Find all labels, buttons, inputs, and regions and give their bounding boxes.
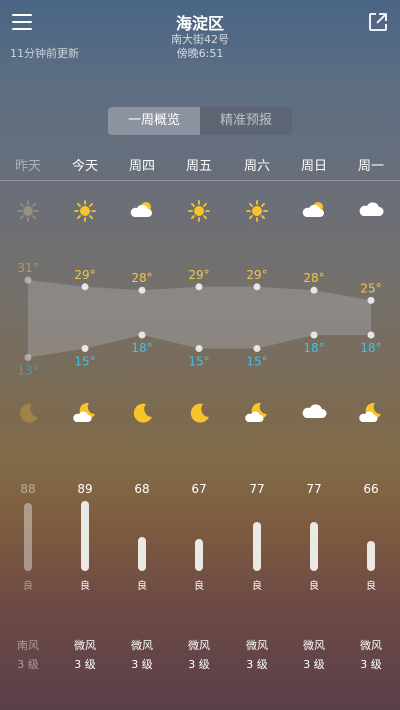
high-temp-label: 28° [303, 271, 324, 285]
low-temp-point [24, 354, 32, 361]
wind-level: 3 级 [303, 658, 325, 671]
aqi-bar [367, 540, 375, 571]
share-icon[interactable] [368, 12, 388, 32]
aqi-level: 良 [252, 581, 262, 592]
low-temp-point [367, 331, 375, 339]
high-temp-point [81, 283, 89, 291]
wind-direction: 微风 [188, 639, 210, 652]
day-label: 周日 [300, 159, 327, 174]
wind-info: 微风 3 级 [57, 636, 113, 674]
day-label: 今天 [71, 159, 98, 174]
wind-info: 微风 3 级 [286, 636, 342, 674]
low-temp-label: 18° [360, 341, 381, 355]
sun-icon [0, 198, 56, 222]
high-temp-point [195, 283, 203, 291]
high-temp-point [310, 286, 318, 294]
aqi-value: 77 [249, 482, 265, 496]
moon-cloud-icon [57, 400, 113, 424]
aqi-value: 67 [191, 482, 207, 496]
wind-direction: 微风 [246, 639, 268, 652]
tab-precise[interactable]: 精准预报 [200, 107, 292, 135]
high-temp-label: 28° [131, 271, 152, 285]
moon-icon [114, 400, 170, 424]
low-temp-point [138, 331, 146, 339]
high-temp-point [253, 283, 261, 291]
moon-cloud-icon [229, 400, 285, 424]
low-temp-label: 18° [131, 341, 152, 355]
update-status: 11分钟前更新 [10, 47, 79, 60]
high-temp-point [367, 296, 375, 304]
wind-level: 3 级 [17, 658, 39, 671]
wind-level: 3 级 [74, 658, 96, 671]
high-temp-point [24, 276, 32, 284]
high-temp-point [138, 286, 146, 294]
cloud-sun-icon [286, 198, 342, 222]
aqi-bar [81, 501, 89, 571]
low-temp-label: 15° [74, 355, 95, 369]
aqi-bar [24, 502, 32, 571]
aqi-bar [310, 521, 318, 571]
view-tabs: 一周概览 精准预报 [108, 107, 292, 135]
moon-cloud-icon [343, 400, 399, 424]
wind-direction: 微风 [74, 639, 96, 652]
aqi-bar [138, 537, 146, 571]
wind-info: 微风 3 级 [229, 636, 285, 674]
wind-info: 微风 3 级 [114, 636, 170, 674]
wind-level: 3 级 [360, 658, 382, 671]
aqi-level: 良 [80, 581, 90, 592]
wind-direction: 微风 [131, 639, 153, 652]
high-temp-label: 29° [188, 268, 209, 282]
low-temp-label: 15° [188, 355, 209, 369]
low-temp-point [81, 345, 89, 352]
day-label: 周四 [128, 159, 155, 174]
low-temp-label: 13° [17, 364, 38, 378]
aqi-value: 77 [306, 482, 322, 496]
cloud-sun-icon [114, 198, 170, 222]
aqi-level: 良 [309, 581, 319, 592]
low-temp-label: 15° [246, 355, 267, 369]
high-temp-label: 29° [246, 268, 267, 282]
sun-icon [229, 198, 285, 222]
aqi-level: 良 [366, 581, 376, 592]
day-label: 周五 [185, 159, 212, 174]
low-temp-point [310, 331, 318, 339]
wind-info: 微风 3 级 [343, 636, 399, 674]
aqi-bar [195, 538, 203, 571]
wind-direction: 南风 [17, 639, 39, 652]
aqi-bar [253, 521, 261, 571]
wind-direction: 微风 [303, 639, 325, 652]
tab-overview[interactable]: 一周概览 [108, 107, 200, 135]
wind-level: 3 级 [246, 658, 268, 671]
aqi-level: 良 [23, 581, 33, 592]
moon-icon [0, 400, 56, 424]
aqi-value: 88 [20, 482, 36, 496]
aqi-level: 良 [194, 581, 204, 592]
day-label: 周六 [243, 159, 270, 174]
sun-icon [57, 198, 113, 222]
moon-icon [171, 400, 227, 424]
wind-direction: 微风 [360, 639, 382, 652]
high-temp-label: 29° [74, 268, 95, 282]
wind-info: 南风 3 级 [0, 636, 56, 674]
header-divider [0, 180, 400, 181]
wind-level: 3 级 [188, 658, 210, 671]
cloud-icon [343, 198, 399, 222]
temperature-chart: 31° 13° 29° 15° 28° 18° 29° 15° 29° 15° 28° 18° 25° 1… [17, 261, 381, 378]
low-temp-point [253, 345, 261, 352]
aqi-value: 89 [77, 482, 93, 496]
day-label: 周一 [357, 159, 384, 174]
wind-level: 3 级 [131, 658, 153, 671]
aqi-level: 良 [137, 581, 147, 592]
low-temp-point [195, 345, 203, 352]
sun-icon [171, 198, 227, 222]
high-temp-label: 31° [17, 261, 38, 275]
wind-info: 微风 3 级 [171, 636, 227, 674]
high-temp-label: 25° [360, 281, 381, 295]
cloud-icon [286, 400, 342, 424]
aqi-value: 66 [363, 482, 379, 496]
low-temp-label: 18° [303, 341, 324, 355]
day-label: 昨天 [14, 159, 41, 174]
aqi-value: 68 [134, 482, 150, 496]
